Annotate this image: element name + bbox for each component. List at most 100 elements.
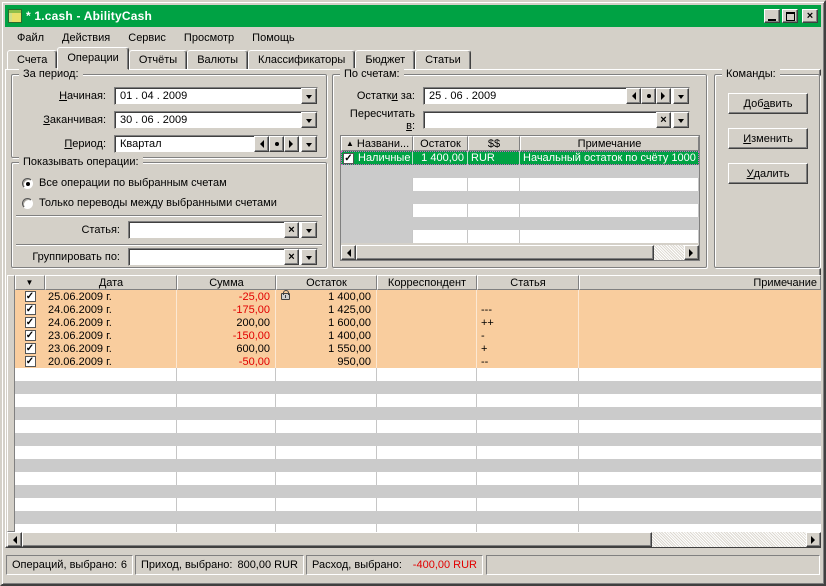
operations-header-date[interactable]: Дата <box>45 275 177 290</box>
radio-all-operations[interactable]: Все операции по выбранным счетам <box>22 176 227 190</box>
empty-cell <box>468 204 520 217</box>
delete-button[interactable]: Удалить <box>728 163 808 184</box>
operations-header-filter[interactable]: ▼ <box>15 275 45 290</box>
group-by-combo[interactable]: × <box>128 248 318 266</box>
balance-date-combo[interactable]: 25 . 06 . 2009 <box>423 87 690 105</box>
empty-row <box>341 204 699 217</box>
period-next-button[interactable] <box>284 136 299 152</box>
empty-cell <box>276 472 377 485</box>
tab-active[interactable]: Операции <box>57 47 128 70</box>
scroll-left-button[interactable] <box>7 532 22 547</box>
scroll-left-button[interactable] <box>341 245 356 260</box>
close-button[interactable]: × <box>802 9 818 23</box>
menu-item[interactable]: Сервис <box>119 29 175 47</box>
end-date-dropdown-button[interactable] <box>301 112 317 128</box>
menu-item[interactable]: Просмотр <box>175 29 243 47</box>
tab-item[interactable]: Бюджет <box>355 50 415 70</box>
table-row[interactable]: 20.06.2009 г.-50,00950,00-- <box>15 355 821 368</box>
balance-dropdown-button[interactable] <box>673 88 689 104</box>
menu-item[interactable]: Действия <box>53 29 119 47</box>
operations-tab-page: За период: Начиная: 01 . 04 . 2009 Закан… <box>5 69 821 548</box>
empty-cell <box>579 524 821 532</box>
accounts-header-currency[interactable]: $$ <box>468 136 520 151</box>
cell-article <box>477 290 579 303</box>
balance-next-button[interactable] <box>656 88 671 104</box>
menu-item[interactable]: Помощь <box>243 29 304 47</box>
account-row-selected[interactable]: Наличные 1 400,00 RUR Начальный остаток … <box>341 151 699 165</box>
group-by-dropdown-button[interactable] <box>301 249 317 265</box>
tab-item[interactable]: Отчёты <box>129 50 187 70</box>
table-row[interactable]: 25.06.2009 г.-25,001 400,00 <box>15 290 821 303</box>
tab-item[interactable]: Классификаторы <box>248 50 355 70</box>
table-row[interactable]: 23.06.2009 г.-150,001 400,00- <box>15 329 821 342</box>
cell-note <box>579 329 821 342</box>
tab-item[interactable]: Счета <box>7 50 57 70</box>
accounts-horizontal-scrollbar[interactable] <box>341 245 699 260</box>
group-by-clear-button[interactable]: × <box>284 249 299 265</box>
radio-transfers-only[interactable]: Только переводы между выбранными счетами <box>22 196 277 210</box>
row-checkbox[interactable] <box>25 356 36 367</box>
row-checkbox[interactable] <box>25 317 36 328</box>
row-checkbox[interactable] <box>25 330 36 341</box>
tab-item[interactable]: Валюты <box>187 50 248 70</box>
start-date-value: 01 . 04 . 2009 <box>115 90 187 102</box>
cell-date: 24.06.2009 г. <box>45 303 177 316</box>
balance-prev-button[interactable] <box>626 88 641 104</box>
titlebar[interactable]: * 1.cash - AbilityCash × <box>5 5 821 27</box>
recalc-dropdown-button[interactable] <box>673 112 689 128</box>
cell-article: -- <box>477 355 579 368</box>
recalc-combo[interactable]: × <box>423 111 690 129</box>
start-date-combo[interactable]: 01 . 04 . 2009 <box>114 87 318 105</box>
operations-header-balance[interactable]: Остаток <box>276 275 377 290</box>
table-row[interactable]: 24.06.2009 г.200,001 600,00++ <box>15 316 821 329</box>
tab-item[interactable]: Статьи <box>415 50 471 70</box>
arrow-left-icon <box>628 92 636 100</box>
scrollbar-track[interactable] <box>652 532 806 547</box>
scroll-right-button[interactable] <box>684 245 699 260</box>
empty-cell <box>377 368 477 381</box>
operations-header-correspondent[interactable]: Корреспондент <box>377 275 477 290</box>
accounts-header-name[interactable]: ▲ Названи... <box>341 136 413 151</box>
row-checkbox[interactable] <box>25 343 36 354</box>
cell-note <box>579 342 821 355</box>
end-date-combo[interactable]: 30 . 06 . 2009 <box>114 111 318 129</box>
operations-header-amount[interactable]: Сумма <box>177 275 276 290</box>
period-current-button[interactable] <box>269 136 284 152</box>
article-combo[interactable]: × <box>128 221 318 239</box>
minimize-button[interactable] <box>764 9 780 23</box>
accounts-header-note[interactable]: Примечание <box>520 136 699 151</box>
cell-correspondent <box>377 303 477 316</box>
empty-row <box>341 230 699 243</box>
row-checkbox[interactable] <box>25 291 36 302</box>
balance-today-button[interactable] <box>641 88 656 104</box>
maximize-button[interactable] <box>782 9 798 23</box>
scroll-right-button[interactable] <box>806 532 821 547</box>
accounts-header-balance[interactable]: Остаток <box>413 136 468 151</box>
show-operations-group-title: Показывать операции: <box>19 156 143 168</box>
empty-cell <box>276 381 377 394</box>
article-dropdown-button[interactable] <box>301 222 317 238</box>
empty-cell <box>377 485 477 498</box>
menu-item[interactable]: Файл <box>8 29 53 47</box>
period-dropdown-button[interactable] <box>301 136 317 152</box>
scrollbar-thumb[interactable] <box>356 245 654 260</box>
operations-horizontal-scrollbar[interactable] <box>7 532 821 547</box>
scrollbar-track[interactable] <box>654 245 684 260</box>
edit-button[interactable]: Изменить <box>728 128 808 149</box>
start-date-dropdown-button[interactable] <box>301 88 317 104</box>
add-button[interactable]: Добавить <box>728 93 808 114</box>
empty-cell <box>377 511 477 524</box>
table-row[interactable]: 24.06.2009 г.-175,001 425,00--- <box>15 303 821 316</box>
article-clear-button[interactable]: × <box>284 222 299 238</box>
period-prev-button[interactable] <box>254 136 269 152</box>
period-combo[interactable]: Квартал <box>114 135 318 153</box>
scrollbar-thumb[interactable] <box>22 532 652 547</box>
operations-header-article[interactable]: Статья <box>477 275 579 290</box>
row-checkbox[interactable] <box>25 304 36 315</box>
empty-row <box>15 498 821 511</box>
operations-header-note[interactable]: Примечание <box>579 275 821 290</box>
table-row[interactable]: 23.06.2009 г.600,001 550,00+ <box>15 342 821 355</box>
account-checkbox[interactable] <box>343 153 354 164</box>
recalc-clear-button[interactable]: × <box>656 112 671 128</box>
empty-cell <box>276 394 377 407</box>
